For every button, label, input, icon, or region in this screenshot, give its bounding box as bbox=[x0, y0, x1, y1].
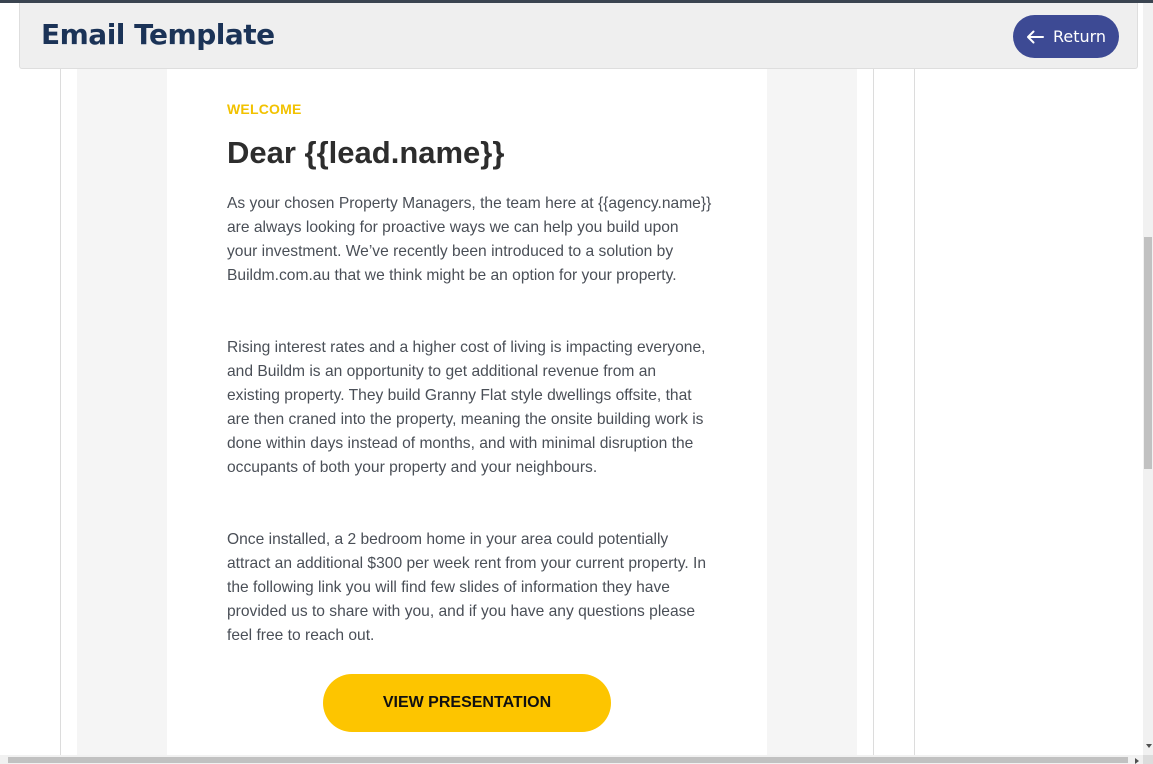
horizontal-scroll-thumb[interactable] bbox=[8, 757, 1128, 763]
arrow-left-icon bbox=[1026, 30, 1044, 43]
scroll-right-arrow-icon[interactable] bbox=[1135, 758, 1139, 764]
return-button[interactable]: Return bbox=[1013, 15, 1119, 58]
email-eyebrow: WELCOME bbox=[227, 101, 302, 117]
return-label: Return bbox=[1052, 27, 1107, 46]
email-preview: WELCOME Dear {{lead.name}} As your chose… bbox=[167, 69, 767, 764]
view-presentation-button[interactable]: VIEW PRESENTATION bbox=[323, 674, 611, 732]
email-paragraph: As your chosen Property Managers, the te… bbox=[227, 195, 712, 284]
horizontal-scrollbar[interactable] bbox=[0, 755, 1153, 764]
vertical-scrollbar[interactable] bbox=[1143, 3, 1153, 755]
email-paragraph: Once installed, a 2 bedroom home in your… bbox=[227, 531, 707, 644]
page-header: Email Template Return bbox=[19, 3, 1138, 69]
divider bbox=[873, 69, 874, 764]
page-title: Email Template bbox=[41, 18, 275, 51]
scrollbar-corner bbox=[1143, 755, 1153, 764]
vertical-scroll-thumb[interactable] bbox=[1144, 237, 1152, 469]
scroll-down-arrow-icon[interactable] bbox=[1146, 744, 1152, 748]
email-greeting: Dear {{lead.name}} bbox=[227, 135, 505, 170]
email-paragraph: Rising interest rates and a higher cost … bbox=[227, 339, 706, 476]
